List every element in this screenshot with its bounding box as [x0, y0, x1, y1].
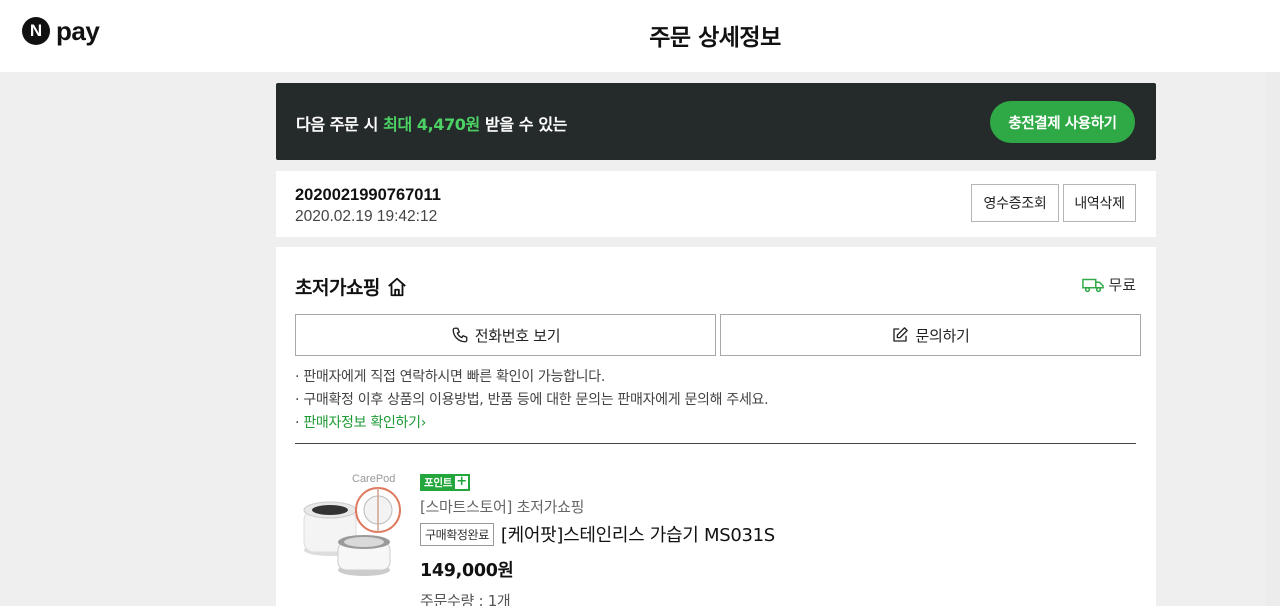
inquiry-label: 문의하기	[915, 326, 970, 345]
view-phone-label: 전화번호 보기	[474, 326, 561, 345]
section-divider	[295, 443, 1136, 444]
product-store[interactable]: [스마트스토어] 초저가쇼핑	[420, 496, 1120, 517]
inquiry-button[interactable]: 문의하기	[720, 314, 1141, 356]
seller-notices: · 판매자에게 직접 연락하시면 빠른 확인이 가능합니다. · 구매확정 이후…	[295, 366, 769, 435]
order-card: 2020021990767011 2020.02.19 19:42:12 영수증…	[276, 171, 1156, 237]
phone-icon	[452, 327, 468, 343]
point-badge: 포인트 +	[420, 474, 471, 491]
order-datetime: 2020.02.19 19:42:12	[295, 208, 438, 225]
banner-highlight: 최대 4,470원	[383, 115, 480, 134]
product-price: 149,000원	[420, 561, 514, 581]
charge-pay-button[interactable]: 충전결제 사용하기	[990, 101, 1135, 143]
view-phone-button[interactable]: 전화번호 보기	[295, 314, 716, 356]
delete-history-button[interactable]: 내역삭제	[1063, 184, 1136, 222]
plus-icon: +	[455, 474, 469, 489]
receipt-button[interactable]: 영수증조회	[971, 184, 1059, 222]
header: N pay 주문 상세정보	[0, 0, 1280, 72]
home-icon	[388, 277, 406, 296]
banner-text-after: 받을 수 있는	[479, 115, 567, 134]
banner-text-before: 다음 주문 시	[296, 115, 384, 134]
order-number: 2020021990767011	[295, 186, 441, 204]
chevron-right-icon: ›	[420, 415, 427, 431]
product-image-brand: CarePod	[352, 473, 395, 485]
seller-card: 초저가쇼핑 무료 전화번호 보기 문의하기 · 판매자에게 직접 연락하시면 빠…	[276, 247, 1156, 606]
edit-icon	[893, 327, 909, 342]
product-name-row: 구매확정완료 [케어팟]스테인리스 가습기 MS031S	[420, 521, 1120, 547]
delivery-label: 무료	[1108, 276, 1136, 294]
scrollbar[interactable]	[1266, 72, 1280, 606]
page-title: 주문 상세정보	[649, 25, 781, 51]
truck-icon	[1082, 278, 1105, 292]
banner-text: 다음 주문 시 최대 4,470원 받을 수 있는	[296, 111, 567, 135]
delivery-fee: 무료	[1082, 274, 1136, 295]
notice-item: · 구매확정 이후 상품의 이용방법, 반품 등에 대한 문의는 판매자에게 문…	[295, 392, 769, 408]
promo-banner: 다음 주문 시 최대 4,470원 받을 수 있는 충전결제 사용하기	[276, 83, 1156, 160]
product-name[interactable]: [케어팟]스테인리스 가습기 MS031S	[501, 521, 775, 547]
product-image[interactable]: CarePod	[298, 470, 406, 585]
product-info: 포인트 + [스마트스토어] 초저가쇼핑 구매확정완료 [케어팟]스테인리스 가습…	[420, 471, 1120, 606]
status-badge: 구매확정완료	[420, 522, 494, 546]
order-quantity: 주문수량 : 1개	[420, 592, 511, 606]
seller-info-link[interactable]: · 판매자정보 확인하기›	[295, 412, 768, 435]
seller-name-text: 초저가쇼핑	[295, 277, 380, 299]
seller-info-link-text[interactable]: 판매자정보 확인하기	[303, 415, 421, 431]
seller-name[interactable]: 초저가쇼핑	[295, 273, 408, 300]
notice-item: · 판매자에게 직접 연락하시면 빠른 확인이 가능합니다.	[295, 369, 605, 385]
